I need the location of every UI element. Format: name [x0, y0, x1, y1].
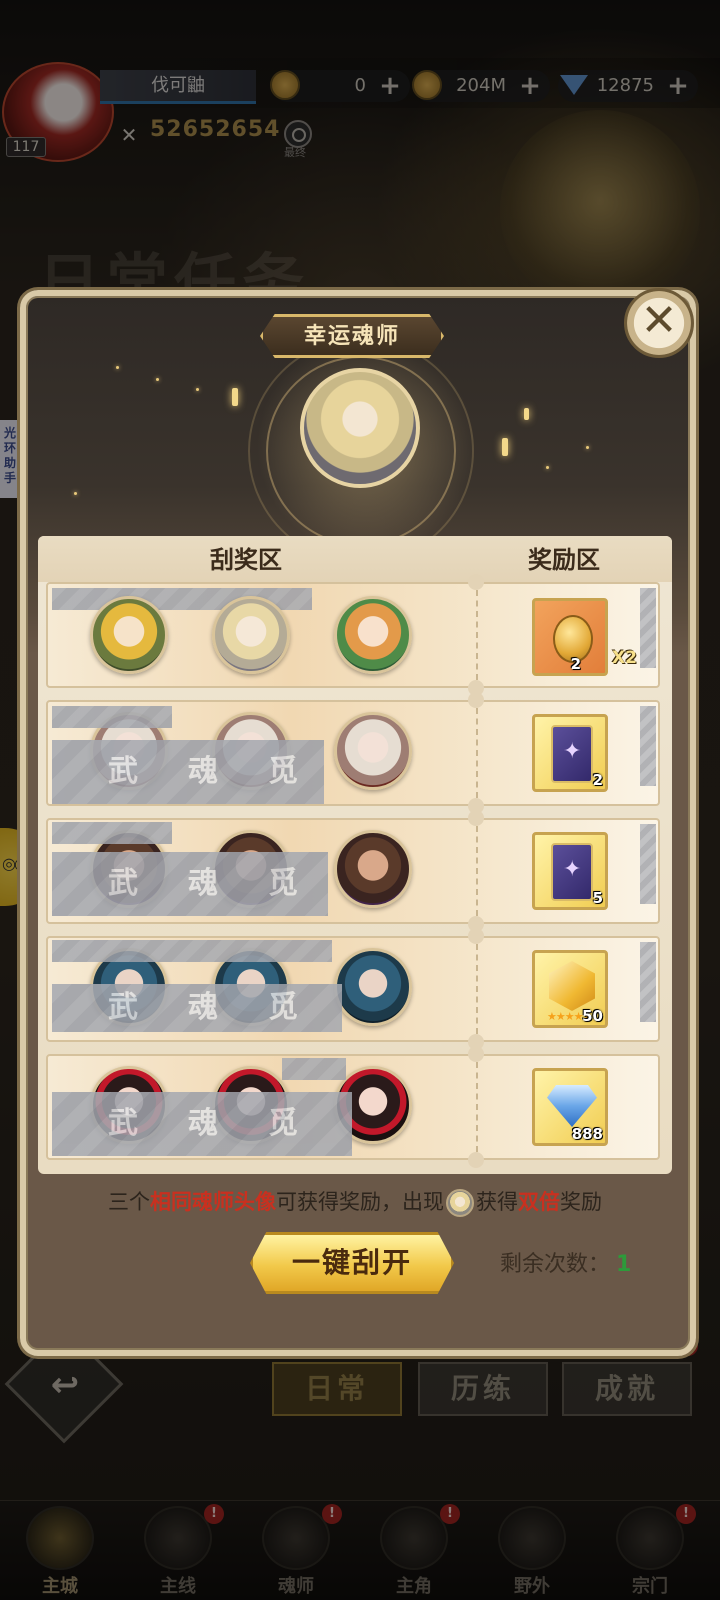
scratch-all-button[interactable]: 一键刮开	[250, 1232, 454, 1294]
reward-blue-diamond: 888	[532, 1068, 608, 1146]
close-button[interactable]: ✕	[624, 288, 694, 358]
scratch-coating[interactable]	[52, 706, 172, 728]
remaining-attempts: 剩余次数： 1	[500, 1246, 631, 1278]
row-notch	[468, 692, 484, 708]
row-divider	[476, 826, 478, 916]
remaining-attempts-label: 剩余次数：	[500, 1252, 611, 1277]
row-notch	[468, 928, 484, 944]
card-icon	[551, 843, 593, 901]
soul-master-portrait	[334, 830, 412, 908]
row-divider	[476, 708, 478, 798]
scratch-coating[interactable]: 武魂觅	[52, 984, 342, 1032]
scratch-coating[interactable]: 武魂觅	[52, 852, 328, 916]
scratch-coating[interactable]	[640, 706, 656, 786]
row-notch	[468, 810, 484, 826]
scratch-coating[interactable]: 武魂觅	[52, 1092, 352, 1156]
reward-quantity: 5	[592, 889, 603, 907]
dialog-title: 幸运魂师	[260, 314, 444, 358]
rule-text: 可获得奖励，出现	[276, 1190, 444, 1214]
sparkle-dot	[156, 378, 159, 381]
rule-text: 获得	[476, 1190, 518, 1214]
double-reward-badge: X2	[612, 648, 637, 668]
reward-purple-card: 2	[532, 714, 608, 792]
scratch-coating[interactable]	[640, 824, 656, 904]
reward-zone-label: 奖励区	[528, 545, 600, 574]
scratch-coating[interactable]	[640, 588, 656, 668]
rule-highlight: 相同魂师头像	[150, 1190, 276, 1214]
sparkle	[524, 408, 529, 420]
featured-soul-master-portrait	[300, 368, 420, 488]
row-notch	[468, 574, 484, 590]
scratch-coating[interactable]: 武魂觅	[52, 740, 324, 804]
soul-master-portrait	[212, 596, 290, 674]
soul-master-portrait	[334, 596, 412, 674]
scratch-coating[interactable]	[640, 942, 656, 1022]
reward-gold-coin: 2	[532, 598, 608, 676]
sparkle-dot	[74, 492, 77, 495]
reward-quantity: 50	[582, 1007, 603, 1025]
sparkle-dot	[196, 388, 199, 391]
reward-purple-card: 5	[532, 832, 608, 910]
scratch-coating[interactable]	[282, 1058, 346, 1080]
reward-quantity: 2	[570, 655, 581, 673]
diamond-icon	[547, 1085, 597, 1127]
reward-quantity: 2	[592, 771, 603, 789]
sparkle-dot	[546, 466, 549, 469]
row-notch	[468, 1152, 484, 1168]
lucky-soul-master-mini-avatar	[446, 1189, 474, 1217]
rule-highlight: 双倍	[518, 1190, 560, 1214]
reward-gold-crystal: ★★★★★ 50	[532, 950, 608, 1028]
rule-text: 三个	[108, 1190, 150, 1214]
row-divider	[476, 944, 478, 1034]
soul-master-portrait	[90, 596, 168, 674]
row-divider	[476, 1062, 478, 1152]
reward-rule-text: 三个相同魂师头像可获得奖励，出现 获得双倍奖励	[38, 1186, 672, 1217]
row-divider	[476, 590, 478, 680]
scratch-coating[interactable]	[52, 940, 332, 962]
soul-master-portrait	[334, 948, 412, 1026]
card-icon	[551, 725, 593, 783]
scratch-coating[interactable]	[52, 822, 172, 844]
rule-text: 奖励	[560, 1190, 602, 1214]
row-notch	[468, 1046, 484, 1062]
reward-quantity: 888	[571, 1125, 603, 1143]
sparkle-dot	[116, 366, 119, 369]
crystal-icon	[549, 961, 595, 1011]
remaining-attempts-value: 1	[616, 1252, 632, 1277]
soul-master-portrait	[334, 712, 412, 790]
sparkle	[502, 438, 508, 456]
sparkle-dot	[586, 446, 589, 449]
scratch-zone-label: 刮奖区	[210, 545, 282, 574]
sparkle	[232, 388, 238, 406]
